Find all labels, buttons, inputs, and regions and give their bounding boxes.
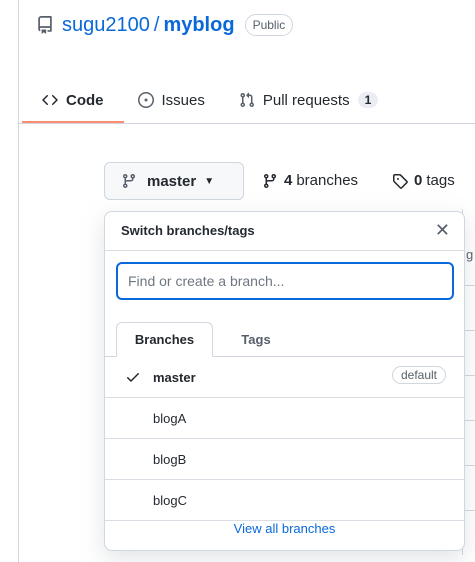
- branch-name: blogA: [153, 410, 187, 426]
- tab-pull-requests-label: Pull requests: [262, 91, 350, 109]
- tags-label: tags: [426, 172, 455, 189]
- close-icon[interactable]: ✕: [435, 220, 450, 241]
- issue-opened-icon: [137, 92, 154, 108]
- tab-issues-label: Issues: [161, 91, 205, 109]
- branch-item-blogc[interactable]: blogC: [105, 480, 464, 521]
- tab-tags[interactable]: Tags: [225, 322, 287, 357]
- pull-requests-counter: 1: [357, 92, 379, 108]
- visibility-badge: Public: [244, 14, 294, 36]
- current-branch-label: master: [147, 172, 197, 190]
- repo-header: sugu2100 / myblog Public: [36, 12, 294, 38]
- tab-code[interactable]: Code: [22, 80, 123, 123]
- git-branch-icon: [263, 173, 276, 188]
- repo-tabs: Code Issues Pull requests 1: [22, 80, 412, 123]
- tag-icon: [393, 173, 408, 189]
- branch-name: blogC: [153, 492, 187, 508]
- view-all-branches-link[interactable]: View all branches: [105, 521, 464, 536]
- tab-pull-requests[interactable]: Pull requests 1: [239, 80, 379, 120]
- repo-path-separator: /: [153, 13, 160, 36]
- branch-select-button[interactable]: master ▼: [104, 162, 244, 200]
- branch-name: blogB: [153, 451, 187, 467]
- branch-switch-dropdown: Switch branches/tags ✕ Branches Tags mas…: [104, 211, 465, 551]
- tab-issues[interactable]: Issues: [137, 80, 205, 120]
- tabs-divider: [18, 123, 475, 124]
- branches-label: branches: [296, 172, 359, 189]
- file-table-partial-text: g: [466, 247, 474, 262]
- branch-item-blogb[interactable]: blogB: [105, 439, 464, 480]
- tags-count: 0: [414, 172, 423, 189]
- repo-owner-link[interactable]: sugu2100: [62, 14, 150, 37]
- caret-down-icon: ▼: [204, 175, 215, 187]
- dropdown-title: Switch branches/tags: [121, 223, 255, 238]
- code-icon: [42, 92, 58, 108]
- branch-list: master default blogA blogB blogC: [105, 357, 464, 521]
- branch-item-bloga[interactable]: blogA: [105, 398, 464, 439]
- branch-filter-input[interactable]: [116, 262, 454, 300]
- repo-name-link[interactable]: myblog: [163, 14, 234, 37]
- dropdown-header: Switch branches/tags ✕: [105, 212, 464, 251]
- branch-name: master: [153, 369, 196, 385]
- repo-icon: [38, 16, 52, 34]
- tab-branches[interactable]: Branches: [116, 322, 213, 357]
- tags-link[interactable]: 0 tags: [392, 172, 455, 189]
- window-left-border: [18, 0, 19, 562]
- check-icon: [127, 373, 139, 382]
- branches-count: 4: [284, 172, 293, 189]
- default-badge: default: [391, 366, 446, 384]
- git-branch-icon: [122, 174, 135, 189]
- tab-code-label: Code: [66, 91, 104, 109]
- branches-link[interactable]: 4 branches: [262, 172, 358, 189]
- branch-item-master[interactable]: master default: [105, 357, 464, 398]
- git-pull-request-icon: [239, 92, 255, 108]
